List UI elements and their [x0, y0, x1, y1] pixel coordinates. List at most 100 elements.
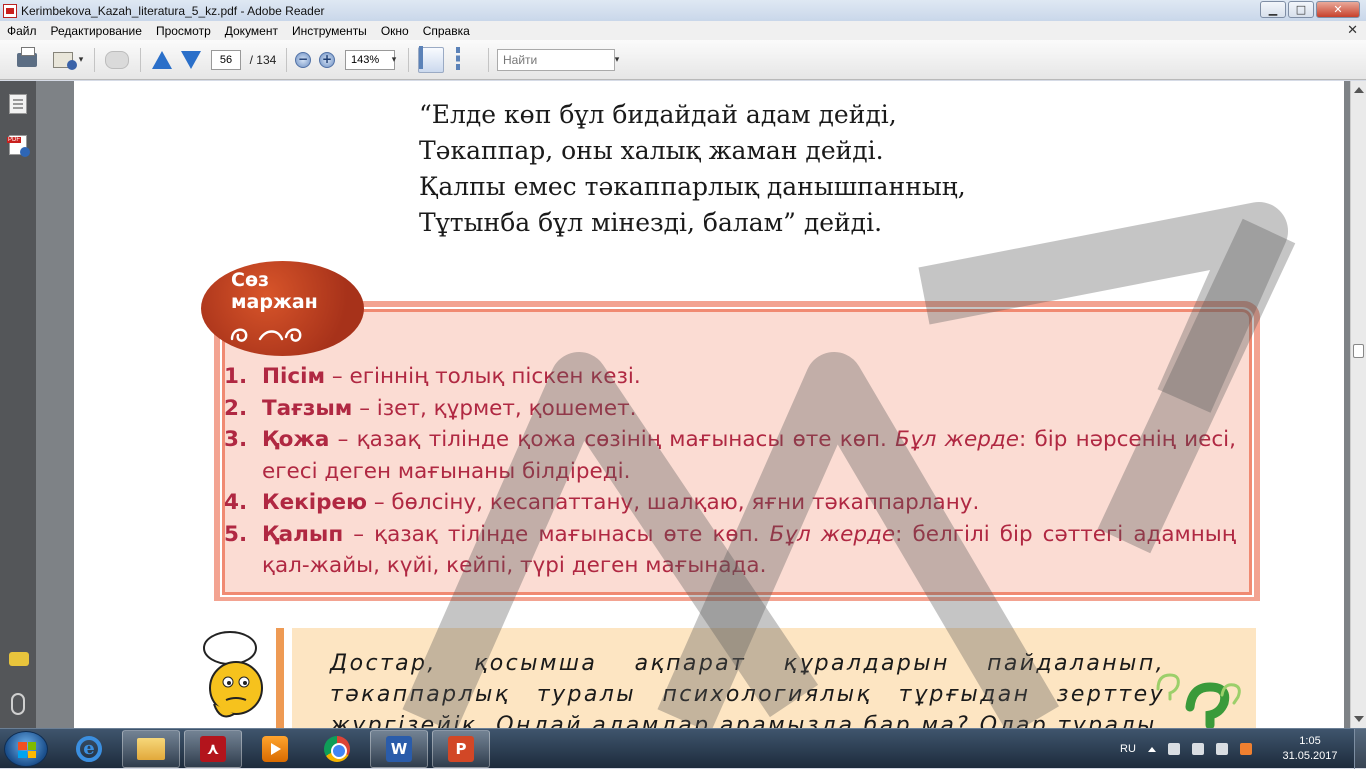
envelope-icon: [53, 52, 77, 70]
taskbar-powerpoint[interactable]: P: [432, 730, 490, 768]
attachments-pdf-icon[interactable]: [7, 135, 30, 157]
show-desktop-button[interactable]: [1354, 729, 1366, 769]
paperclip-icon[interactable]: [11, 693, 25, 715]
share-dropdown[interactable]: ▾: [76, 49, 86, 71]
badge-line-2: маржан: [231, 291, 318, 313]
task-stripe: [276, 628, 284, 728]
page-total: / 134: [249, 53, 277, 67]
poem-line: Тұтынба бұл мінезді, балам” дейді.: [419, 208, 883, 237]
comments-icon[interactable]: [9, 652, 29, 666]
toolbar: ▾ 56 / 134 − + 143% ▾ Найти ▾: [0, 40, 1366, 80]
acrobat-pdf-icon: [3, 3, 17, 18]
maximize-button[interactable]: □: [1288, 1, 1314, 18]
task-text: Достар, қосымша ақпарат құралдарын пайда…: [330, 651, 1165, 728]
separator: [408, 48, 409, 72]
battery-icon[interactable]: [1215, 743, 1228, 755]
windows-logo-icon: [18, 742, 36, 758]
arrow-up-icon: [152, 51, 172, 69]
signal-icon[interactable]: [1191, 743, 1204, 755]
notification-icon[interactable]: [1239, 743, 1252, 755]
show-hidden-icons-icon[interactable]: [1147, 746, 1156, 752]
window-controls: ▁ □ ✕: [1260, 1, 1360, 18]
zoom-out-button[interactable]: −: [294, 49, 312, 71]
definition-item: 5. Қалып – қазақ тілінде мағынасы өте кө…: [224, 521, 1236, 579]
vertical-scrollbar[interactable]: [1350, 81, 1366, 728]
start-button[interactable]: [4, 731, 48, 767]
taskbar-chrome[interactable]: [308, 730, 366, 768]
taskbar-file-explorer[interactable]: [122, 730, 180, 768]
badge-line-1: Сөз: [231, 269, 270, 291]
network-icon[interactable]: [1167, 743, 1180, 755]
fit-width-button[interactable]: [417, 46, 445, 73]
chrome-icon: [324, 736, 350, 762]
zoom-in-button[interactable]: +: [318, 49, 336, 71]
definition-item: 2. Тағзым – ізет, құрмет, қошемет.: [224, 395, 637, 421]
separator: [488, 48, 489, 72]
close-document-icon[interactable]: ✕: [1347, 22, 1358, 38]
taskbar-word[interactable]: W: [370, 730, 428, 768]
separator: [94, 48, 95, 72]
taskbar: e ⋏ W P RU 1:05 31.05.2017: [0, 728, 1366, 769]
window-title: Kerimbekova_Kazah_literatura_5_kz.pdf - …: [21, 3, 325, 18]
taskbar-adobe-reader[interactable]: ⋏: [184, 730, 242, 768]
poem-line: Тәкаппар, оны халық жаман дейді.: [419, 136, 884, 165]
definition-term: Пісім: [262, 364, 326, 389]
definition-list: 1. Пісім – егіннің толық піскен кезі. 2.…: [224, 361, 1236, 582]
vocab-badge: Сөз маржан: [201, 261, 364, 356]
previous-page-button[interactable]: [150, 49, 174, 71]
definition-term: Тағзым: [262, 395, 353, 421]
menu-tools[interactable]: Инструменты: [285, 24, 374, 38]
poem: “Елде көп бұл бидайдай адам дейді, Тәкап…: [419, 97, 966, 241]
fit-width-icon: [419, 46, 423, 69]
internet-explorer-icon: e: [76, 736, 102, 762]
arrow-down-icon: [181, 51, 201, 69]
page-thumbnails-icon[interactable]: [9, 94, 27, 114]
scroll-up-icon[interactable]: [1354, 87, 1364, 93]
next-page-button[interactable]: [179, 49, 203, 71]
zoom-dropdown[interactable]: ▾: [389, 49, 399, 71]
share-button[interactable]: [50, 49, 77, 71]
cloud-icon: [105, 51, 129, 69]
navigation-pane: [0, 81, 36, 728]
word-icon: W: [386, 736, 412, 762]
menu-bar: Файл Редактирование Просмотр Документ Ин…: [0, 21, 1366, 40]
fit-page-icon: [456, 47, 460, 70]
print-button[interactable]: [14, 47, 40, 71]
clock-date: 31.05.2017: [1282, 750, 1338, 762]
definition-term: Қожа: [262, 427, 330, 452]
close-button[interactable]: ✕: [1316, 1, 1360, 18]
find-field[interactable]: Найти: [496, 49, 616, 71]
title-bar: Kerimbekova_Kazah_literatura_5_kz.pdf - …: [0, 0, 1366, 21]
language-indicator[interactable]: RU: [1120, 743, 1136, 755]
printer-icon: [17, 47, 37, 67]
clock-time: 1:05: [1299, 735, 1321, 747]
plus-icon: +: [319, 52, 335, 68]
fit-page-button[interactable]: [455, 47, 479, 71]
collaborate-button[interactable]: [102, 49, 132, 71]
definition-term: Кекірею: [262, 490, 367, 515]
poem-line: “Елде көп бұл бидайдай адам дейді,: [419, 100, 897, 129]
poem-line: Қалпы емес тәкаппарлық данышпанның,: [419, 172, 966, 201]
scroll-down-icon[interactable]: [1354, 716, 1364, 722]
taskbar-media-player[interactable]: [246, 730, 304, 768]
thinking-chef-icon: [203, 631, 263, 718]
folder-icon: [137, 738, 165, 760]
adobe-reader-icon: ⋏: [200, 736, 226, 762]
minimize-button[interactable]: ▁: [1260, 1, 1286, 18]
menu-help[interactable]: Справка: [416, 24, 477, 38]
ornament-icon: [230, 328, 302, 342]
clock[interactable]: 1:05 31.05.2017: [1280, 734, 1340, 764]
menu-window[interactable]: Окно: [374, 24, 416, 38]
menu-document[interactable]: Документ: [218, 24, 285, 38]
document-area[interactable]: “Елде көп бұл бидайдай адам дейді, Тәкап…: [36, 81, 1350, 728]
page-number-field[interactable]: 56: [210, 49, 242, 71]
scroll-thumb[interactable]: [1353, 344, 1364, 358]
pdf-page: “Елде көп бұл бидайдай адам дейді, Тәкап…: [74, 81, 1344, 728]
powerpoint-icon: P: [448, 736, 474, 762]
media-player-icon: [262, 736, 288, 762]
menu-edit[interactable]: Редактирование: [44, 24, 149, 38]
menu-file[interactable]: Файл: [0, 24, 44, 38]
taskbar-internet-explorer[interactable]: e: [60, 730, 118, 768]
find-dropdown[interactable]: ▾: [612, 49, 622, 71]
menu-view[interactable]: Просмотр: [149, 24, 218, 38]
